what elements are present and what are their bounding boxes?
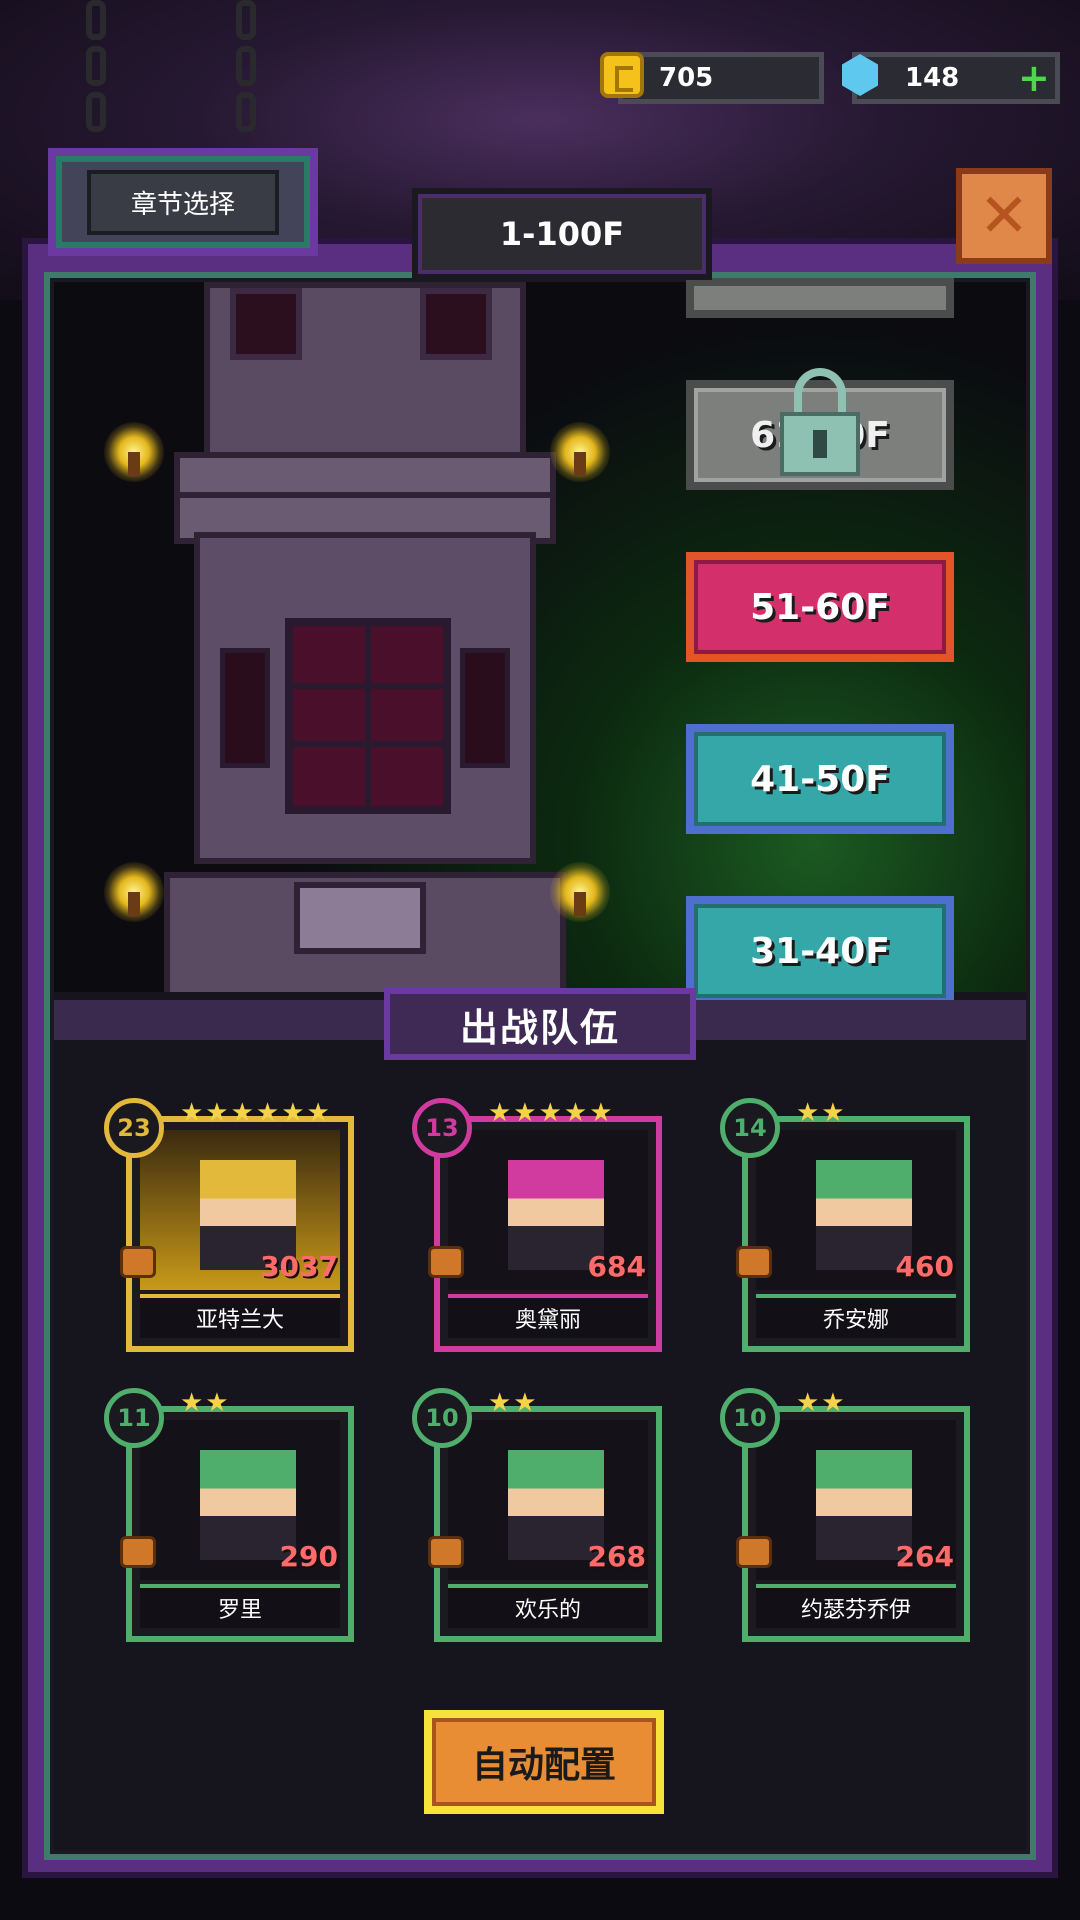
tower-illustration bbox=[144, 282, 584, 992]
tower-side-window bbox=[220, 648, 270, 768]
hero-name: 罗里 bbox=[140, 1584, 340, 1628]
weapon-icon bbox=[428, 1536, 464, 1568]
hero-frame: 欢乐的 bbox=[434, 1406, 662, 1642]
hero-card[interactable]: 罗里 290 11 ★★ bbox=[104, 1388, 354, 1642]
weapon-icon bbox=[120, 1536, 156, 1568]
hero-card[interactable]: 欢乐的 268 10 ★★ bbox=[412, 1388, 662, 1642]
torch-icon bbox=[550, 422, 610, 482]
hero-card[interactable]: 乔安娜 460 14 ★★ bbox=[720, 1098, 970, 1352]
tower-top bbox=[204, 282, 526, 474]
chain-decoration bbox=[236, 92, 256, 132]
floor-label: 51-60F bbox=[750, 586, 890, 628]
hero-card[interactable]: 约瑟芬乔伊 264 10 ★★ bbox=[720, 1388, 970, 1642]
floor-button-partial bbox=[686, 278, 954, 318]
hero-power: 460 bbox=[895, 1250, 954, 1283]
hero-name: 乔安娜 bbox=[756, 1294, 956, 1338]
hero-power: 3037 bbox=[260, 1250, 338, 1283]
floor-button-41-50[interactable]: 41-50F bbox=[686, 724, 954, 834]
hero-level-badge: 10 bbox=[412, 1388, 472, 1448]
hero-name: 亚特兰大 bbox=[140, 1294, 340, 1338]
close-icon: ✕ bbox=[978, 181, 1030, 251]
close-button[interactable]: ✕ bbox=[956, 168, 1052, 264]
hero-frame: 约瑟芬乔伊 bbox=[742, 1406, 970, 1642]
hero-stars: ★★★★★ bbox=[488, 1098, 615, 1128]
weapon-icon bbox=[736, 1246, 772, 1278]
hero-level-badge: 11 bbox=[104, 1388, 164, 1448]
auto-config-label: 自动配置 bbox=[471, 1745, 616, 1786]
auto-config-button[interactable]: 自动配置 bbox=[424, 1710, 664, 1814]
hero-stars: ★★ bbox=[796, 1098, 847, 1128]
tower-door-plate bbox=[294, 882, 426, 954]
floor-button-51-60[interactable]: 51-60F bbox=[686, 552, 954, 662]
hero-power: 264 bbox=[895, 1540, 954, 1573]
chain-decoration bbox=[236, 0, 256, 40]
hero-level-badge: 14 bbox=[720, 1098, 780, 1158]
coin-counter: 705 bbox=[618, 52, 824, 104]
hero-name: 约瑟芬乔伊 bbox=[756, 1584, 956, 1628]
hero-stars: ★★ bbox=[180, 1388, 231, 1418]
chain-decoration bbox=[86, 92, 106, 132]
gem-count: 148 bbox=[905, 63, 960, 93]
lock-icon bbox=[780, 368, 860, 478]
hero-stars: ★★ bbox=[796, 1388, 847, 1418]
weapon-icon bbox=[428, 1246, 464, 1278]
hero-power: 684 bbox=[587, 1250, 646, 1283]
hero-frame: 乔安娜 bbox=[742, 1116, 970, 1352]
chapter-select-button[interactable]: 章节选择 bbox=[48, 148, 318, 256]
team-title: 出战队伍 bbox=[384, 988, 696, 1060]
range-title-text: 1-100F bbox=[499, 215, 625, 253]
hero-name: 欢乐的 bbox=[448, 1584, 648, 1628]
team-title-text: 出战队伍 bbox=[459, 1005, 620, 1050]
floor-range-title: 1-100F bbox=[412, 188, 712, 280]
hero-level-badge: 23 bbox=[104, 1098, 164, 1158]
hero-card[interactable]: 奥黛丽 684 13 ★★★★★ bbox=[412, 1098, 662, 1352]
hero-name: 奥黛丽 bbox=[448, 1294, 648, 1338]
floor-label: 41-50F bbox=[750, 758, 890, 800]
hero-power: 268 bbox=[587, 1540, 646, 1573]
weapon-icon bbox=[736, 1536, 772, 1568]
coin-count: 705 bbox=[659, 63, 714, 93]
hero-power: 290 bbox=[279, 1540, 338, 1573]
hero-frame: 亚特兰大 bbox=[126, 1116, 354, 1352]
tower-middle bbox=[194, 532, 536, 864]
floor-button-31-40[interactable]: 31-40F bbox=[686, 896, 954, 1006]
torch-icon bbox=[104, 422, 164, 482]
tower-window bbox=[420, 288, 492, 360]
hero-frame: 奥黛丽 bbox=[434, 1116, 662, 1352]
torch-icon bbox=[550, 862, 610, 922]
chain-decoration bbox=[86, 0, 106, 40]
torch-icon bbox=[104, 862, 164, 922]
hero-stars: ★★★★★★ bbox=[180, 1098, 332, 1128]
plus-icon[interactable]: + bbox=[1018, 59, 1050, 97]
tower-main-window bbox=[285, 618, 451, 814]
floor-label: 31-40F bbox=[750, 930, 890, 972]
blue-gem-icon bbox=[838, 50, 882, 100]
hero-stars: ★★ bbox=[488, 1388, 539, 1418]
hero-frame: 罗里 bbox=[126, 1406, 354, 1642]
chain-decoration bbox=[86, 46, 106, 86]
hero-level-badge: 13 bbox=[412, 1098, 472, 1158]
tower-window bbox=[230, 288, 302, 360]
weapon-icon bbox=[120, 1246, 156, 1278]
chain-decoration bbox=[236, 46, 256, 86]
hero-card[interactable]: 亚特兰大 3037 23 ★★★★★★ bbox=[104, 1098, 354, 1352]
hero-level-badge: 10 bbox=[720, 1388, 780, 1448]
gold-coin-icon bbox=[600, 52, 644, 98]
chapter-select-label: 章节选择 bbox=[130, 189, 235, 220]
tower-side-window bbox=[460, 648, 510, 768]
